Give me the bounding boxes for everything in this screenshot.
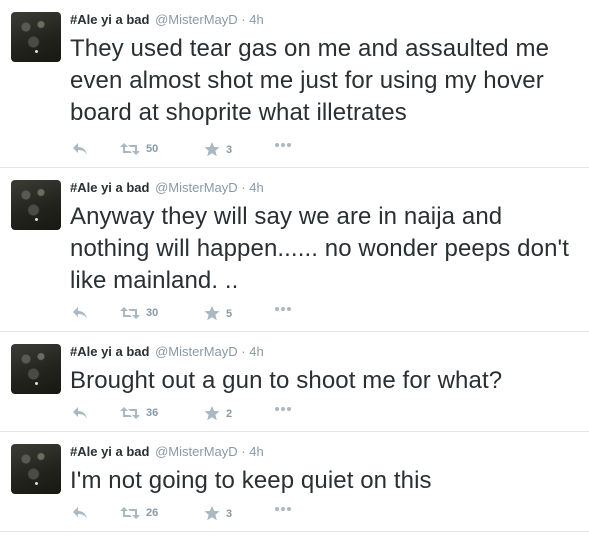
star-icon [204,406,220,421]
star-icon [204,506,220,521]
retweet-count: 36 [146,407,159,419]
reply-icon [73,307,87,319]
tweet-content: #Ale yi a bad @MisterMayD · 4h I'm not g… [70,432,583,497]
retweet-count: 26 [146,507,159,519]
tweet-timestamp[interactable]: 4h [249,444,263,459]
tweet[interactable]: #Ale yi a bad @MisterMayD · 4h I'm not g… [0,432,589,532]
retweet-count: 30 [146,307,159,319]
reply-icon [73,143,87,155]
retweet-count: 50 [146,143,159,155]
user-handle[interactable]: @MisterMayD [155,180,238,195]
tweet-text: Brought out a gun to shoot me for what? [70,367,503,394]
more-dots-icon [275,407,291,411]
retweet-button[interactable]: 36 [120,406,158,420]
tweet-content: #Ale yi a bad @MisterMayD · 4h Anyway th… [70,168,583,297]
tweet-header: #Ale yi a bad @MisterMayD · 4h [70,443,583,461]
user-handle[interactable]: @MisterMayD [155,344,238,359]
favorite-button[interactable]: 3 [204,142,232,157]
reply-icon [73,407,87,419]
avatar[interactable] [11,180,61,230]
tweet[interactable]: #Ale yi a bad @MisterMayD · 4h They used… [0,0,589,168]
reply-icon [73,507,87,519]
more-dots-icon [275,307,291,311]
tweet[interactable]: #Ale yi a bad @MisterMayD · 4h Brought o… [0,332,589,432]
more-dots-icon [275,143,291,147]
tweet-timeline: #Ale yi a bad @MisterMayD · 4h They used… [0,0,589,537]
user-fullname[interactable]: #Ale yi a bad [70,344,149,359]
reply-button[interactable] [72,506,88,520]
tweet-header: #Ale yi a bad @MisterMayD · 4h [70,343,583,361]
favorite-count: 5 [226,307,233,320]
user-fullname[interactable]: #Ale yi a bad [70,12,149,27]
tweet-header: #Ale yi a bad @MisterMayD · 4h [70,179,583,197]
more-button[interactable] [274,506,292,512]
tweet-timestamp[interactable]: 4h [249,344,263,359]
avatar[interactable] [11,344,61,394]
favorite-button[interactable]: 3 [204,506,232,521]
favorite-button[interactable]: 2 [204,406,232,421]
star-icon [204,142,220,157]
retweet-icon [120,407,140,419]
retweet-button[interactable]: 26 [120,506,158,520]
retweet-icon [120,143,140,155]
favorite-button[interactable]: 5 [204,306,232,321]
header-separator: · [241,180,246,195]
favorite-count: 3 [226,143,233,156]
avatar[interactable] [11,444,61,494]
tweet-timestamp[interactable]: 4h [249,180,263,195]
star-icon [204,306,220,321]
header-separator: · [241,344,246,359]
favorite-count: 2 [226,407,233,420]
user-fullname[interactable]: #Ale yi a bad [70,444,149,459]
tweet-content: #Ale yi a bad @MisterMayD · 4h Brought o… [70,332,583,397]
tweet[interactable]: #Ale yi a bad @MisterMayD · 4h Anyway th… [0,168,589,332]
tweet-content: #Ale yi a bad @MisterMayD · 4h They used… [70,0,583,129]
retweet-button[interactable]: 30 [120,306,158,320]
more-button[interactable] [274,406,292,412]
user-fullname[interactable]: #Ale yi a bad [70,180,149,195]
tweet-header: #Ale yi a bad @MisterMayD · 4h [70,11,583,29]
more-dots-icon [275,507,291,511]
tweet-text: Anyway they will say we are in naija and… [70,203,569,294]
user-handle[interactable]: @MisterMayD [155,444,238,459]
favorite-count: 3 [226,507,233,520]
tweet-text: I'm not going to keep quiet on this [70,467,432,494]
header-separator: · [241,12,246,27]
retweet-button[interactable]: 50 [120,142,158,156]
reply-button[interactable] [72,306,88,320]
user-handle[interactable]: @MisterMayD [155,12,238,27]
tweet-timestamp[interactable]: 4h [249,12,263,27]
retweet-icon [120,507,140,519]
reply-button[interactable] [72,142,88,156]
avatar[interactable] [11,12,61,62]
tweet-text: They used tear gas on me and assaulted m… [70,35,550,126]
retweet-icon [120,307,140,319]
header-separator: · [241,444,246,459]
reply-button[interactable] [72,406,88,420]
more-button[interactable] [274,142,292,148]
more-button[interactable] [274,306,292,312]
